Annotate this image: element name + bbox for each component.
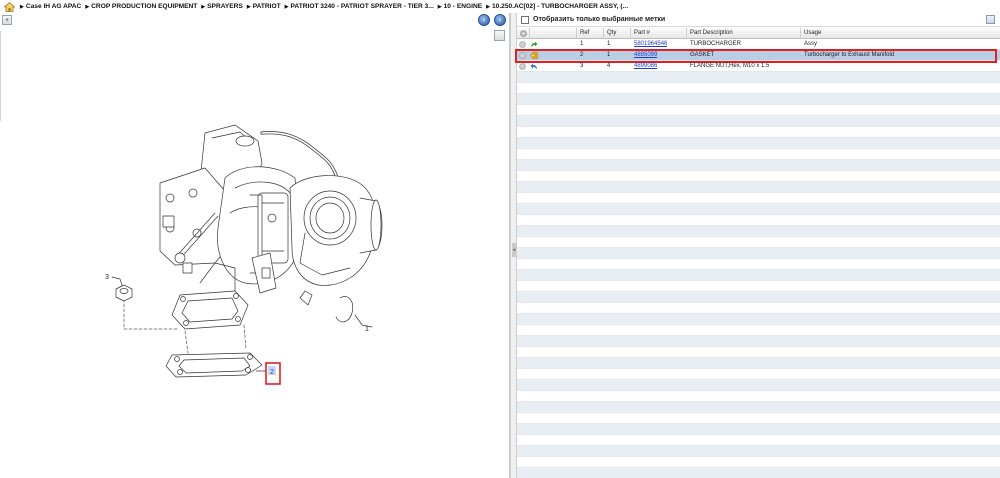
parts-pane: Отобразить только выбранные метки Ref Qt… bbox=[515, 13, 1000, 478]
empty-table-row bbox=[517, 380, 1000, 391]
row-toggle-icon[interactable] bbox=[519, 41, 526, 48]
empty-table-row bbox=[517, 303, 1000, 314]
parts-table: Ref Qty Part # Part Description Usage 1 … bbox=[515, 28, 1000, 478]
empty-table-row bbox=[517, 116, 1000, 127]
empty-table-row bbox=[517, 215, 1000, 226]
empty-table-row bbox=[517, 446, 1000, 457]
table-row[interactable]: 1 1 5801964546 TURBOCHARGER Assy bbox=[517, 39, 1000, 50]
empty-rows bbox=[517, 72, 1000, 478]
row-ref: 2 bbox=[580, 52, 584, 58]
empty-table-row bbox=[517, 281, 1000, 292]
callout-1[interactable]: 1 bbox=[365, 326, 369, 333]
empty-table-row bbox=[517, 171, 1000, 182]
header-part-description[interactable]: Part Description bbox=[687, 28, 801, 39]
row-qty: 4 bbox=[607, 63, 611, 69]
pane-splitter[interactable]: ◂ bbox=[510, 13, 517, 478]
empty-table-row bbox=[517, 435, 1000, 446]
empty-table-row bbox=[517, 83, 1000, 94]
export-icon[interactable] bbox=[986, 15, 995, 24]
row-toggle-icon[interactable] bbox=[519, 52, 526, 59]
breadcrumb-item-product-line[interactable]: ▶ PATRIOT bbox=[243, 3, 281, 10]
diagram-pane: + ‹ › 3 1 2 bbox=[0, 13, 510, 478]
show-selected-only-label: Отобразить только выбранные метки bbox=[533, 16, 666, 23]
empty-table-row bbox=[517, 138, 1000, 149]
empty-table-row bbox=[517, 413, 1000, 424]
empty-table-row bbox=[517, 237, 1000, 248]
breadcrumb-item-page[interactable]: ▶ 10.250.AC[02] - TURBOCHARGER ASSY, (... bbox=[482, 3, 628, 10]
empty-table-row bbox=[517, 72, 1000, 83]
empty-table-row bbox=[517, 248, 1000, 259]
header-qty[interactable]: Qty bbox=[604, 28, 631, 39]
row-qty: 1 bbox=[607, 41, 611, 47]
empty-table-row bbox=[517, 457, 1000, 468]
gear-icon bbox=[520, 30, 527, 37]
table-header: Ref Qty Part # Part Description Usage bbox=[517, 28, 1000, 39]
header-icon-col bbox=[530, 28, 577, 39]
empty-table-row bbox=[517, 468, 1000, 478]
header-ref[interactable]: Ref bbox=[577, 28, 604, 39]
home-icon[interactable] bbox=[3, 1, 15, 12]
row-toggle-icon[interactable] bbox=[519, 63, 526, 70]
empty-table-row bbox=[517, 149, 1000, 160]
row-usage: Turbocharger to Exhaust Manifold bbox=[804, 52, 895, 58]
row-ref: 1 bbox=[580, 41, 584, 47]
filter-bar: Отобразить только выбранные метки bbox=[517, 13, 1000, 27]
empty-table-row bbox=[517, 402, 1000, 413]
empty-table-row bbox=[517, 292, 1000, 303]
row-qty: 1 bbox=[607, 52, 611, 58]
empty-table-row bbox=[517, 127, 1000, 138]
empty-table-row bbox=[517, 105, 1000, 116]
arrow-right-icon bbox=[531, 41, 538, 47]
empty-table-row bbox=[517, 226, 1000, 237]
header-part-number[interactable]: Part # bbox=[631, 28, 687, 39]
breadcrumb: ▶ Case IH AG APAC ▶ CROP PRODUCTION EQUIPM… bbox=[0, 0, 1000, 13]
empty-table-row bbox=[517, 160, 1000, 171]
callout-3[interactable]: 3 bbox=[105, 274, 109, 281]
empty-table-row bbox=[517, 270, 1000, 281]
turbocharger-diagram: 3 1 2 bbox=[105, 124, 383, 385]
empty-table-row bbox=[517, 369, 1000, 380]
breadcrumb-item-section[interactable]: ▶ 10 - ENGINE bbox=[434, 3, 482, 10]
part-number-link[interactable]: 4899086 bbox=[634, 61, 657, 72]
breadcrumb-item-model[interactable]: ▶ PATRIOT 3240 - PATRIOT SPRAYER - TIER 3… bbox=[281, 3, 434, 10]
row-ref: 3 bbox=[580, 63, 584, 69]
table-row-selected[interactable]: 2 1 4895099 GASKET Turbocharger to Exhau… bbox=[515, 49, 1000, 63]
part-number-link[interactable]: 4895099 bbox=[634, 50, 657, 61]
show-selected-only-checkbox[interactable] bbox=[521, 15, 529, 24]
empty-table-row bbox=[517, 391, 1000, 402]
row-description: GASKET bbox=[690, 52, 715, 58]
arrow-back-icon bbox=[530, 63, 537, 69]
empty-table-row bbox=[517, 259, 1000, 270]
header-usage[interactable]: Usage bbox=[801, 28, 1000, 39]
empty-table-row bbox=[517, 347, 1000, 358]
header-select-cell[interactable] bbox=[517, 28, 530, 39]
empty-table-row bbox=[517, 182, 1000, 193]
empty-table-row bbox=[517, 314, 1000, 325]
chevron-left-icon: ◂ bbox=[512, 247, 516, 253]
empty-table-row bbox=[517, 204, 1000, 215]
row-description: TURBOCHARGER bbox=[690, 41, 742, 47]
row-description: FLANGE NUT,Hex, M10 x 1.5 bbox=[690, 63, 770, 69]
empty-table-row bbox=[517, 94, 1000, 105]
empty-table-row bbox=[517, 424, 1000, 435]
breadcrumb-item-category[interactable]: ▶ CROP PRODUCTION EQUIPMENT bbox=[81, 3, 197, 10]
empty-table-row bbox=[517, 193, 1000, 204]
breadcrumb-item-subcategory[interactable]: ▶ SPRAYERS bbox=[197, 3, 243, 10]
empty-table-row bbox=[517, 358, 1000, 369]
table-row[interactable]: 3 4 4899086 FLANGE NUT,Hex, M10 x 1.5 bbox=[517, 61, 1000, 72]
empty-table-row bbox=[517, 325, 1000, 336]
collapse-handle[interactable]: ◂ bbox=[512, 243, 516, 257]
callout-2[interactable]: 2 bbox=[270, 369, 274, 376]
breadcrumb-item-brand[interactable]: ▶ Case IH AG APAC bbox=[19, 3, 81, 10]
empty-table-row bbox=[517, 336, 1000, 347]
part-number-link[interactable]: 5801964546 bbox=[634, 39, 667, 50]
row-usage: Assy bbox=[804, 41, 818, 47]
tag-icon bbox=[530, 52, 538, 59]
